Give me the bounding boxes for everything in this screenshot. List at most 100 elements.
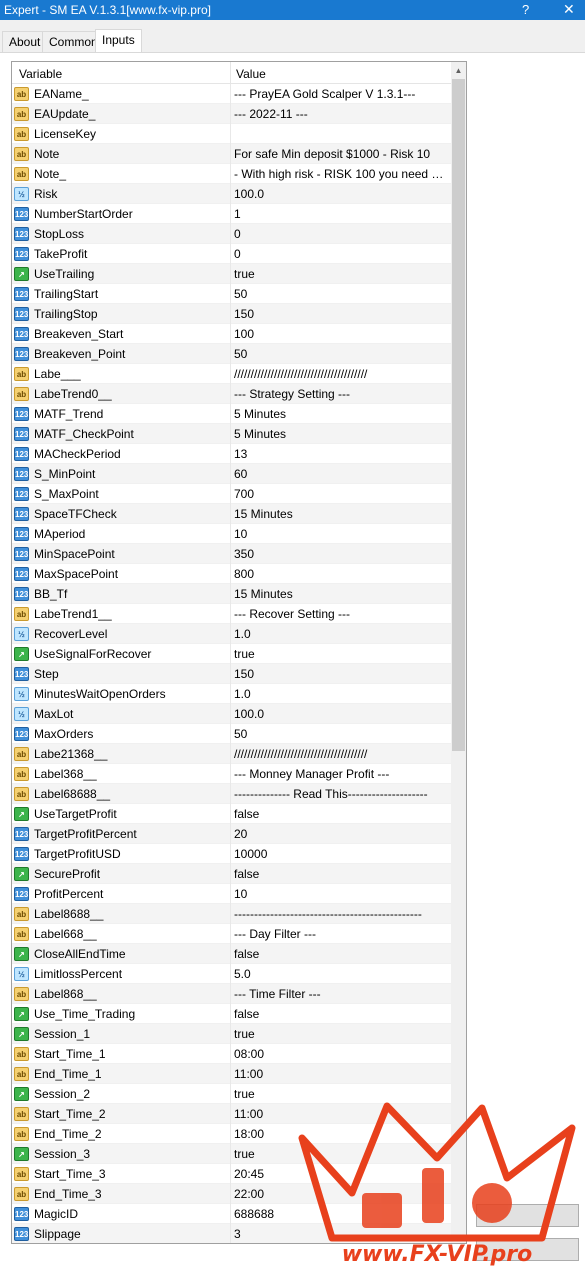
table-row[interactable]: ab Note_ - With high risk - RISK 100 you n… — [12, 164, 451, 184]
table-row[interactable]: 123 NumberStartOrder 1 — [12, 204, 451, 224]
variable-value[interactable]: -------------- Read This----------------… — [234, 787, 448, 801]
variable-value[interactable]: 800 — [234, 567, 448, 581]
table-row[interactable]: 123 S_MinPoint 60 — [12, 464, 451, 484]
variable-value[interactable]: false — [234, 947, 448, 961]
table-row[interactable]: 123 Breakeven_Start 100 — [12, 324, 451, 344]
table-row[interactable]: 123 MinSpacePoint 350 — [12, 544, 451, 564]
variable-value[interactable]: 50 — [234, 347, 448, 361]
table-row[interactable]: 123 MaxOrders 50 — [12, 724, 451, 744]
table-row[interactable]: ↗ SecureProfit false — [12, 864, 451, 884]
table-row[interactable]: 123 ProfitPercent 10 — [12, 884, 451, 904]
variable-value[interactable]: false — [234, 1007, 448, 1021]
scroll-up-icon[interactable]: ▲ — [451, 62, 466, 79]
table-row[interactable]: 123 TakeProfit 0 — [12, 244, 451, 264]
table-row[interactable]: ab Label68688__ -------------- Read This--… — [12, 784, 451, 804]
variable-value[interactable]: 08:00 — [234, 1047, 448, 1061]
table-row[interactable]: ½ LimitlossPercent 5.0 — [12, 964, 451, 984]
variable-value[interactable]: 0 — [234, 247, 448, 261]
variable-value[interactable]: --- Strategy Setting --- — [234, 387, 448, 401]
table-row[interactable]: 123 S_MaxPoint 700 — [12, 484, 451, 504]
tab-inputs[interactable]: Inputs — [95, 29, 142, 52]
table-row[interactable]: 123 TrailingStart 50 — [12, 284, 451, 304]
variable-value[interactable]: 13 — [234, 447, 448, 461]
table-row[interactable]: ½ MinutesWaitOpenOrders 1.0 — [12, 684, 451, 704]
variable-value[interactable]: 0 — [234, 227, 448, 241]
table-row[interactable]: ab Note For safe Min deposit $1000 - Risk … — [12, 144, 451, 164]
variable-value[interactable]: --- Monney Manager Profit --- — [234, 767, 448, 781]
variable-value[interactable]: --- 2022-11 --- — [234, 107, 448, 121]
table-row[interactable]: ↗ UseSignalForRecover true — [12, 644, 451, 664]
table-row[interactable]: 123 MaxSpacePoint 800 — [12, 564, 451, 584]
table-row[interactable]: ab Labe___ ///////////////////////////////… — [12, 364, 451, 384]
variable-value[interactable]: 150 — [234, 307, 448, 321]
variable-value[interactable]: 700 — [234, 487, 448, 501]
table-row[interactable]: 123 TargetProfitPercent 20 — [12, 824, 451, 844]
variable-value[interactable]: 60 — [234, 467, 448, 481]
variable-value[interactable]: 50 — [234, 287, 448, 301]
table-row[interactable]: 123 Step 150 — [12, 664, 451, 684]
variable-value[interactable]: 150 — [234, 667, 448, 681]
table-row[interactable]: ab LicenseKey — [12, 124, 451, 144]
variable-value[interactable]: For safe Min deposit $1000 - Risk 10 — [234, 147, 448, 161]
variable-value[interactable]: 100.0 — [234, 707, 448, 721]
variable-value[interactable]: 11:00 — [234, 1067, 448, 1081]
variable-value[interactable]: 10 — [234, 887, 448, 901]
table-row[interactable]: 123 Breakeven_Point 50 — [12, 344, 451, 364]
table-row[interactable]: 123 BB_Tf 15 Minutes — [12, 584, 451, 604]
scrollbar-thumb[interactable] — [452, 79, 465, 751]
column-divider[interactable] — [230, 62, 231, 84]
variable-value[interactable]: ----------------------------------------… — [234, 907, 448, 921]
variable-value[interactable]: 100.0 — [234, 187, 448, 201]
variable-value[interactable]: --- Time Filter --- — [234, 987, 448, 1001]
column-header-variable[interactable]: Variable — [19, 67, 62, 81]
variable-value[interactable]: 10 — [234, 527, 448, 541]
variable-value[interactable]: 15 Minutes — [234, 507, 448, 521]
variable-value[interactable]: 10000 — [234, 847, 448, 861]
variable-value[interactable]: 100 — [234, 327, 448, 341]
table-row[interactable]: ↗ CloseAllEndTime false — [12, 944, 451, 964]
variable-value[interactable]: true — [234, 267, 448, 281]
variable-value[interactable]: 5 Minutes — [234, 427, 448, 441]
table-row[interactable]: ab LabeTrend0__ --- Strategy Setting --- — [12, 384, 451, 404]
table-row[interactable]: ab Start_Time_1 08:00 — [12, 1044, 451, 1064]
table-row[interactable]: ½ RecoverLevel 1.0 — [12, 624, 451, 644]
variable-value[interactable]: //////////////////////////////////////// — [234, 747, 448, 761]
variable-value[interactable]: false — [234, 867, 448, 881]
table-row[interactable]: 123 SpaceTFCheck 15 Minutes — [12, 504, 451, 524]
table-row[interactable]: 123 MATF_CheckPoint 5 Minutes — [12, 424, 451, 444]
variable-value[interactable]: 15 Minutes — [234, 587, 448, 601]
table-row[interactable]: ↗ UseTargetProfit false — [12, 804, 451, 824]
table-row[interactable]: 123 TargetProfitUSD 10000 — [12, 844, 451, 864]
help-button[interactable]: ? — [522, 2, 529, 17]
table-row[interactable]: ↗ Session_1 true — [12, 1024, 451, 1044]
variable-value[interactable]: 1 — [234, 207, 448, 221]
table-row[interactable]: ab Labe21368__ ///////////////////////////… — [12, 744, 451, 764]
table-row[interactable]: ↗ UseTrailing true — [12, 264, 451, 284]
variable-value[interactable]: 5.0 — [234, 967, 448, 981]
variable-value[interactable]: 20 — [234, 827, 448, 841]
table-row[interactable]: ab Label668__ --- Day Filter --- — [12, 924, 451, 944]
variable-value[interactable]: --- Recover Setting --- — [234, 607, 448, 621]
variable-value[interactable]: false — [234, 807, 448, 821]
variable-value[interactable]: --- Day Filter --- — [234, 927, 448, 941]
table-row[interactable]: ab Label368__ --- Monney Manager Profit --… — [12, 764, 451, 784]
table-row[interactable]: 123 TrailingStop 150 — [12, 304, 451, 324]
variable-value[interactable]: 350 — [234, 547, 448, 561]
variable-value[interactable]: 1.0 — [234, 627, 448, 641]
table-row[interactable]: ½ MaxLot 100.0 — [12, 704, 451, 724]
tab-about[interactable]: About — [2, 31, 48, 52]
table-row[interactable]: ab Label8688__ ---------------------------… — [12, 904, 451, 924]
variable-value[interactable]: true — [234, 1027, 448, 1041]
variable-value[interactable]: --- PrayEA Gold Scalper V 1.3.1--- — [234, 87, 448, 101]
variable-value[interactable]: //////////////////////////////////////// — [234, 367, 448, 381]
table-row[interactable]: 123 MAperiod 10 — [12, 524, 451, 544]
table-row[interactable]: ab End_Time_1 11:00 — [12, 1064, 451, 1084]
variable-value[interactable]: 5 Minutes — [234, 407, 448, 421]
table-row[interactable]: 123 MATF_Trend 5 Minutes — [12, 404, 451, 424]
variable-value[interactable]: 1.0 — [234, 687, 448, 701]
vertical-scrollbar[interactable]: ▲ — [451, 62, 466, 1243]
table-row[interactable]: ab LabeTrend1__ --- Recover Setting --- — [12, 604, 451, 624]
column-header-value[interactable]: Value — [236, 67, 266, 81]
table-row[interactable]: ab EAName_ --- PrayEA Gold Scalper V 1.3.1… — [12, 84, 451, 104]
variable-value[interactable]: 50 — [234, 727, 448, 741]
